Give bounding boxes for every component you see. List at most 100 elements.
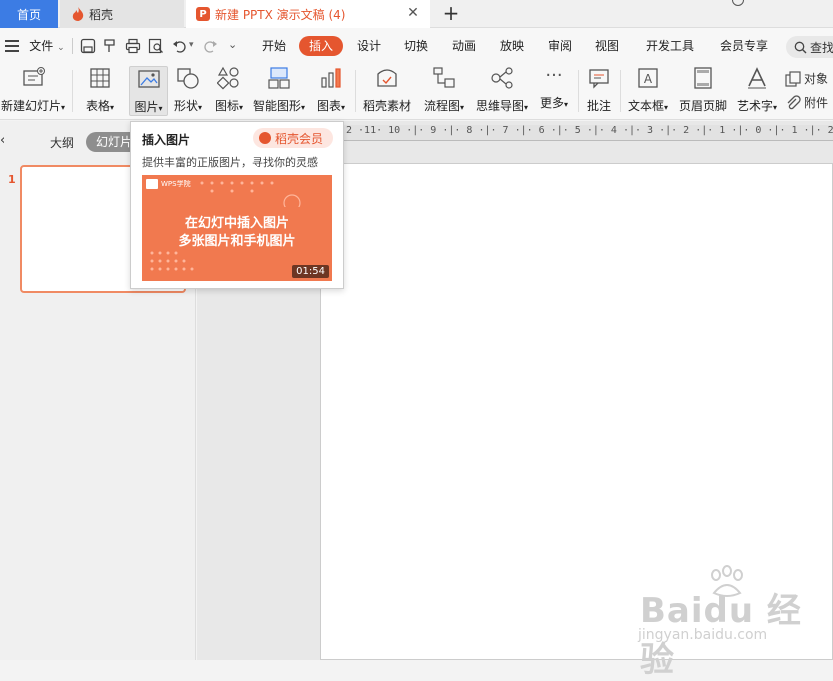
close-icon[interactable]: ✕	[406, 6, 420, 20]
dropdown-arrow-icon: ▾	[198, 103, 203, 112]
flowchart-label: 流程图	[423, 99, 460, 113]
video-duration: 01:54	[292, 265, 329, 278]
word-art-button[interactable]: 艺术字▾	[733, 66, 781, 116]
menu-start[interactable]: 开始	[256, 36, 292, 56]
print-icon[interactable]	[125, 38, 141, 54]
horizontal-ruler: 2 ·11· 10 ·|· 9 ·|· 8 ·|· 7 ·|· 6 ·|· 5 …	[344, 125, 833, 141]
slide-number-label: 1	[8, 173, 16, 186]
save-icon[interactable]	[80, 38, 96, 54]
search-box[interactable]: 查找	[786, 36, 833, 58]
chart-icon	[321, 68, 341, 88]
menu-transition-label: 切换	[403, 39, 428, 53]
menu-design-label: 设计	[356, 39, 381, 53]
customize-toolbar-icon[interactable]: ⌄	[228, 38, 237, 51]
textbox-button[interactable]: A 文本框▾	[625, 66, 671, 116]
new-tab-button[interactable]: +	[440, 3, 462, 25]
dropdown-arrow-icon: ▾	[158, 104, 163, 113]
object-button[interactable]: 对象	[785, 70, 828, 87]
ribbon-toolbar: 新建幻灯片▾ 表格▾ 图片▾ 形状▾ 图标▾ 智能图形▾ 图表▾ 稻壳素材 流程…	[0, 64, 833, 120]
docer-material-button[interactable]: 稻壳素材	[361, 66, 413, 116]
object-label: 对象	[804, 72, 829, 86]
outline-tab[interactable]: 大纲	[50, 134, 74, 151]
picture-button[interactable]: 图片▾	[129, 66, 168, 116]
dropdown-arrow-icon: ▾	[239, 103, 244, 112]
docer-material-label: 稻壳素材	[362, 99, 411, 113]
smart-art-button[interactable]: 智能图形▾	[251, 66, 307, 116]
menu-animation-label: 动画	[451, 39, 476, 53]
tab-document[interactable]: P 新建 PPTX 演示文稿 (4) ✕	[186, 0, 430, 28]
popup-title: 插入图片	[142, 133, 191, 147]
file-menu[interactable]: 文件 ⌄	[24, 36, 70, 56]
header-footer-label: 页眉页脚	[678, 99, 727, 113]
hamburger-icon[interactable]	[5, 40, 19, 52]
table-button[interactable]: 表格▾	[80, 66, 120, 116]
wps-academy-logo: WPS学院	[146, 179, 191, 189]
textbox-label: 文本框	[627, 99, 664, 113]
attachment-button[interactable]: 附件	[785, 94, 828, 111]
menu-view-label: 视图	[594, 39, 619, 53]
dropdown-arrow-icon: ▾	[61, 103, 66, 112]
comment-label: 批注	[586, 99, 611, 113]
promo-title-line2: 多张图片和手机图片	[178, 234, 296, 249]
user-icon[interactable]	[732, 0, 744, 6]
menu-developer-label: 开发工具	[645, 39, 694, 53]
menu-view[interactable]: 视图	[589, 36, 625, 56]
menu-developer[interactable]: 开发工具	[640, 36, 700, 56]
menu-review[interactable]: 审阅	[542, 36, 578, 56]
dropdown-arrow-icon: ▾	[341, 103, 346, 112]
header-footer-button[interactable]: 页眉页脚	[677, 66, 729, 116]
menu-insert[interactable]: 插入	[299, 36, 343, 56]
svg-text:A: A	[644, 72, 653, 86]
paperclip-icon	[787, 94, 801, 109]
mindmap-button[interactable]: 思维导图▾	[473, 66, 531, 116]
flowchart-button[interactable]: 流程图▾	[419, 66, 469, 116]
flowchart-icon	[433, 67, 455, 88]
table-label: 表格	[85, 99, 110, 113]
member-badge-label: 稻壳会员	[275, 131, 324, 146]
undo-dropdown-icon[interactable]: ▾	[189, 40, 194, 50]
menu-member[interactable]: 会员专享	[714, 36, 774, 56]
dropdown-arrow-icon: ▾	[524, 103, 529, 112]
slide-number: 1	[8, 173, 16, 186]
print-preview-icon[interactable]	[148, 38, 164, 54]
icon-button[interactable]: 图标▾	[210, 66, 248, 116]
file-menu-label: 文件	[29, 39, 54, 53]
shape-label: 形状	[173, 99, 198, 113]
member-badge[interactable]: 稻壳会员	[253, 128, 333, 148]
menu-design[interactable]: 设计	[351, 36, 387, 56]
tab-bar: 首页 稻壳 P 新建 PPTX 演示文稿 (4) ✕ +	[0, 0, 833, 28]
more-icon: ···	[545, 65, 563, 86]
collapse-panel-icon[interactable]: ‹	[0, 133, 5, 148]
search-label: 查找	[810, 40, 833, 55]
new-slide-button[interactable]: 新建幻灯片▾	[0, 66, 66, 116]
smart-art-icon	[268, 67, 290, 89]
chart-button[interactable]: 图表▾	[312, 66, 350, 116]
menu-animation[interactable]: 动画	[446, 36, 482, 56]
tab-home[interactable]: 首页	[0, 0, 58, 28]
ruler-marks: 2 ·11· 10 ·|· 9 ·|· 8 ·|· 7 ·|· 6 ·|· 5 …	[346, 125, 833, 136]
menu-member-label: 会员专享	[719, 39, 768, 53]
menu-bar: 文件 ⌄ ▾ ⌄ 开始 插入 设计 切换 动画 放映 审阅 视图 开发工具 会员…	[0, 28, 833, 64]
chart-label: 图表	[316, 99, 341, 113]
format-painter-icon[interactable]	[102, 38, 118, 54]
slides-tab-label: 幻灯片	[96, 135, 133, 149]
redo-icon[interactable]	[202, 38, 218, 54]
pptx-file-icon: P	[196, 7, 210, 21]
picture-label: 图片	[134, 100, 159, 114]
promo-video-thumbnail[interactable]: WPS学院 在幻灯中插入图片 多张图片和手机图片 01:54	[142, 175, 332, 281]
undo-icon[interactable]	[172, 38, 188, 54]
menu-insert-label: 插入	[308, 39, 333, 53]
dropdown-arrow-icon: ▾	[460, 103, 465, 112]
menu-transition[interactable]: 切换	[398, 36, 434, 56]
more-button[interactable]: ··· 更多▾	[535, 66, 573, 116]
comment-button[interactable]: 批注	[583, 66, 615, 116]
decorative-dots	[150, 251, 194, 271]
tab-docer[interactable]: 稻壳	[60, 0, 184, 28]
mindmap-label: 思维导图	[475, 99, 524, 113]
menu-slideshow[interactable]: 放映	[494, 36, 530, 56]
new-slide-icon	[23, 67, 45, 86]
dropdown-arrow-icon: ▾	[301, 103, 306, 112]
smart-art-label: 智能图形	[252, 99, 301, 113]
table-icon	[90, 68, 110, 88]
shape-button[interactable]: 形状▾	[170, 66, 206, 116]
